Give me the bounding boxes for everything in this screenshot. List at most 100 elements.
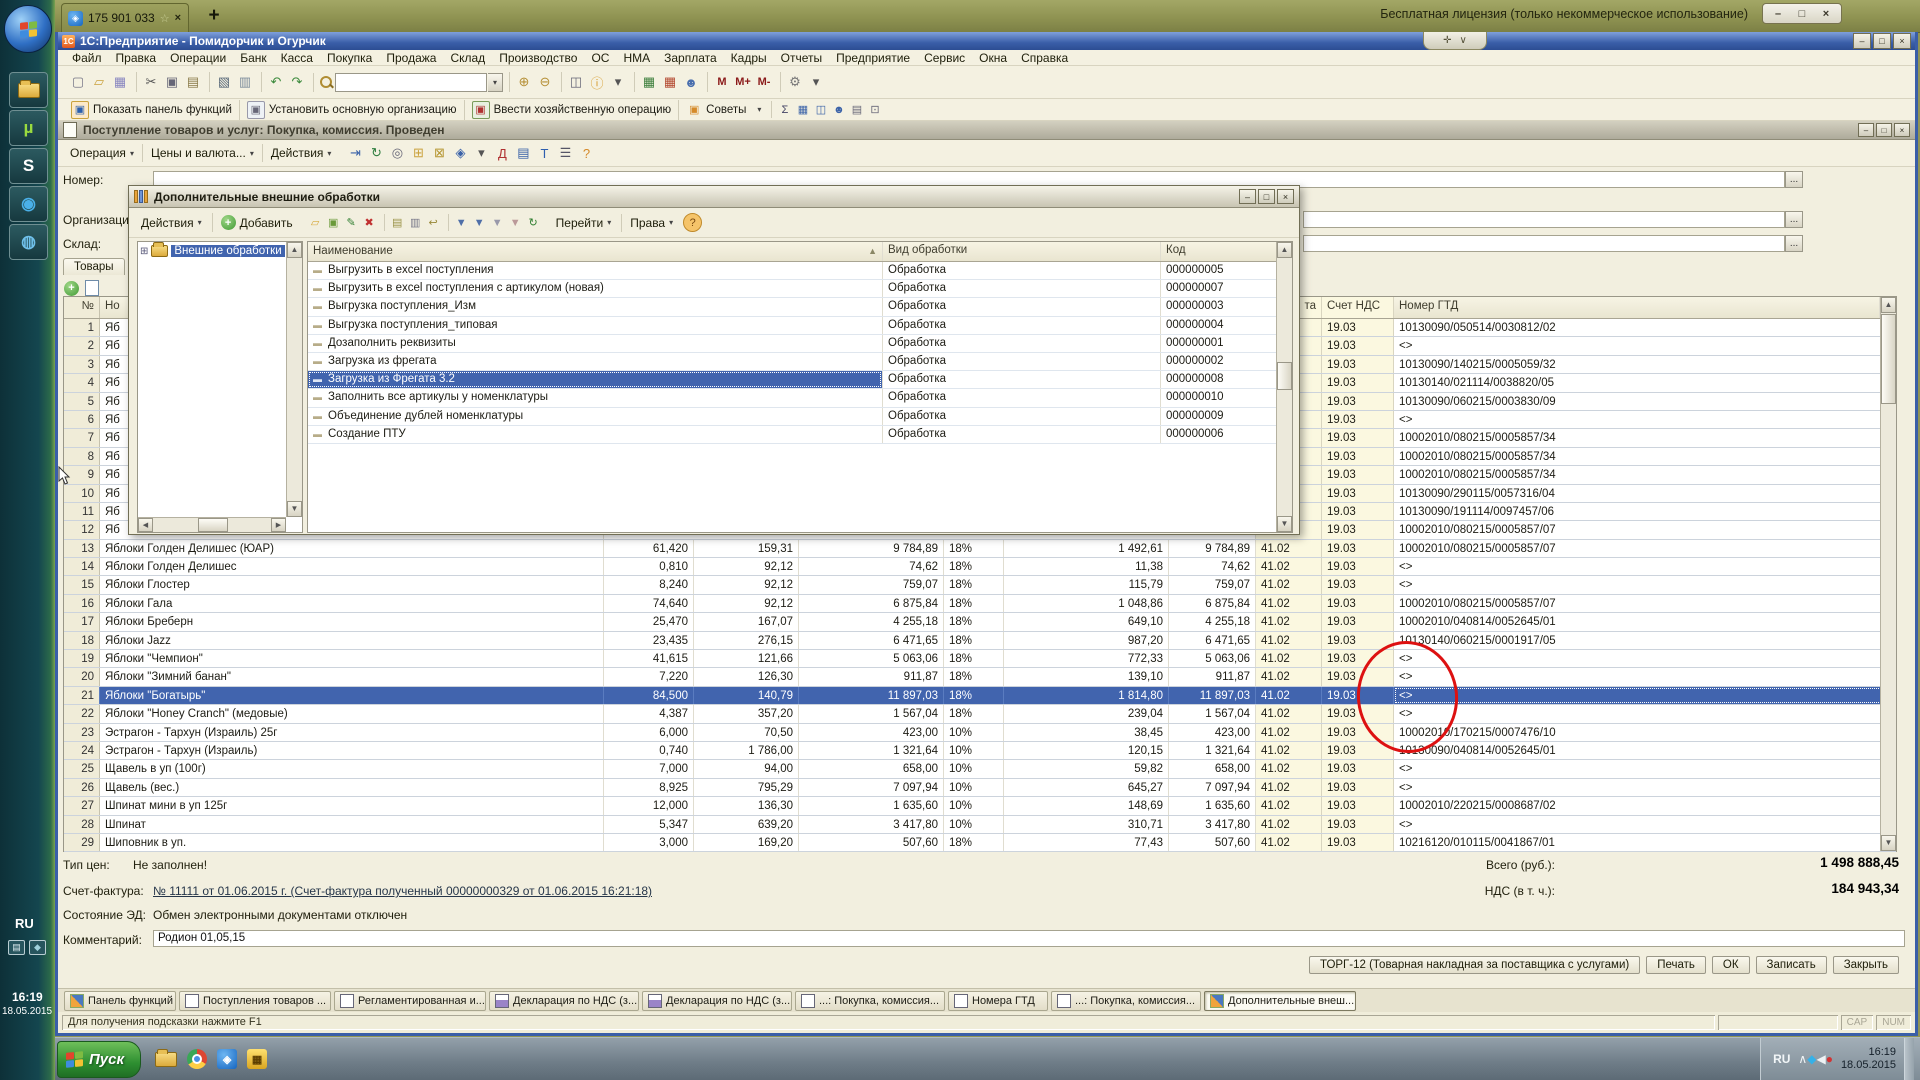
tree-root-item[interactable]: ⊞ Внешние обработки xyxy=(138,242,302,260)
dtkt-icon[interactable]: Д xyxy=(492,143,512,163)
rows-icon[interactable] xyxy=(85,280,99,296)
window-button[interactable]: ...: Покупка, комиссия... xyxy=(1051,991,1201,1011)
copy-item-icon[interactable]: ▣ xyxy=(325,214,342,231)
window-button[interactable]: Декларация по НДС (з... xyxy=(642,991,792,1011)
hierarchy-icon[interactable]: ▤ xyxy=(389,214,406,231)
explorer-shortcut[interactable] xyxy=(9,72,48,108)
1c-app-icon[interactable]: ▦ xyxy=(247,1049,267,1069)
table-icon[interactable]: ▦ xyxy=(794,101,811,118)
17[interactable]: 17 Яблоки Бреберн 25,470 167,07 4 255,18… xyxy=(64,613,1896,631)
scroll-down-icon[interactable]: ▼ xyxy=(1881,835,1896,851)
doc-toolbar-button[interactable]: Операция▾ xyxy=(62,144,142,162)
scrollbar-thumb[interactable] xyxy=(1881,314,1896,404)
22[interactable]: 22 Яблоки "Honey Cranch" (медовые) 4,387… xyxy=(64,705,1896,723)
window-button[interactable]: Панель функций xyxy=(64,991,176,1011)
21[interactable]: 21 Яблоки "Богатырь" 84,500 140,79 11 89… xyxy=(64,687,1896,705)
antivirus-tray-icon[interactable]: ● xyxy=(1826,1052,1833,1066)
26[interactable]: 26 Щавель (вес.) 8,925 795,29 7 097,94 1… xyxy=(64,779,1896,797)
columns-icon[interactable]: ◫ xyxy=(812,101,829,118)
menu-item[interactable]: Файл xyxy=(66,51,108,65)
dialog-title-bar[interactable]: Дополнительные внешние обработки –□× xyxy=(129,186,1299,208)
warehouse-input[interactable] xyxy=(1303,235,1785,252)
new-icon[interactable]: ▢ xyxy=(68,72,88,92)
register-icon[interactable]: ▤ xyxy=(513,143,533,163)
actions-button[interactable]: Действия▾ xyxy=(133,214,210,232)
utorrent-icon[interactable]: µ xyxy=(9,110,48,146)
warehouse-select-button[interactable]: ... xyxy=(1785,235,1803,252)
mem-minus[interactable]: М- xyxy=(754,72,774,92)
menu-item[interactable]: Отчеты xyxy=(775,51,828,65)
doc-toolbar-button[interactable]: Действия▾ xyxy=(262,144,340,162)
show-desktop-button[interactable] xyxy=(1904,1038,1914,1080)
window-button[interactable]: Поступления товаров ... xyxy=(179,991,331,1011)
15[interactable]: 15 Яблоки Глостер 8,240 92,12 759,07 18%… xyxy=(64,576,1896,594)
browser-icon[interactable]: ◍ xyxy=(9,224,48,260)
27[interactable]: 27 Шпинат мини в уп 125г 12,000 136,30 1… xyxy=(64,797,1896,815)
caret-icon[interactable]: ▾ xyxy=(806,72,826,92)
table-scrollbar[interactable]: ▲ ▼ xyxy=(1880,297,1896,851)
processor-row[interactable]: ▬Выгрузка поступления_Изм Обработка 0000… xyxy=(308,298,1292,316)
edit-icon[interactable]: ✎ xyxy=(343,214,360,231)
add-button[interactable]: +Добавить xyxy=(212,213,301,232)
processor-row[interactable]: ▬Создание ПТУ Обработка 000000006 xyxy=(308,426,1292,444)
footer-button[interactable]: Закрыть xyxy=(1833,956,1899,974)
service-button[interactable]: ▣ Ввести хозяйственную операцию xyxy=(464,100,679,120)
window-button[interactable]: Дополнительные внеш... xyxy=(1204,991,1356,1011)
sum-table-icon[interactable]: Σ xyxy=(776,101,793,118)
filter-set-icon[interactable]: ▼ xyxy=(453,214,470,231)
windows-icon[interactable]: ◫ xyxy=(566,72,586,92)
fullscreen-icon[interactable]: ✛ xyxy=(1443,35,1451,46)
footer-button[interactable]: ОК xyxy=(1712,956,1750,974)
rights-button[interactable]: Права▾ xyxy=(621,214,681,232)
structure-icon[interactable]: Т xyxy=(534,143,554,163)
list-vscrollbar[interactable]: ▲ ▼ xyxy=(1276,242,1292,532)
14[interactable]: 14 Яблоки Голден Делишес 0,810 92,12 74,… xyxy=(64,558,1896,576)
menu-item[interactable]: НМА xyxy=(617,51,656,65)
language-indicator[interactable]: RU xyxy=(1773,1052,1790,1066)
processor-row[interactable]: ▬Выгрузить в excel поступления Обработка… xyxy=(308,262,1292,280)
select-icon[interactable]: ▥ xyxy=(407,214,424,231)
filter-by-value-icon[interactable]: ▼ xyxy=(489,214,506,231)
processor-row[interactable]: ▬Выгрузка поступления_типовая Обработка … xyxy=(308,317,1292,335)
processor-row[interactable]: ▬Дозаполнить реквизиты Обработка 0000000… xyxy=(308,335,1292,353)
goods-tab[interactable]: Товары xyxy=(63,258,125,275)
delete-icon[interactable]: ✖ xyxy=(361,214,378,231)
chevron-down-icon[interactable]: ∨ xyxy=(1460,35,1467,46)
title-bar[interactable]: 1С 1С:Предприятие - Помидорчик и Огурчик… xyxy=(58,32,1915,50)
20[interactable]: 20 Яблоки "Зимний банан" 7,220 126,30 91… xyxy=(64,668,1896,686)
list-icon[interactable]: ▤ xyxy=(848,101,865,118)
save-icon[interactable]: ▦ xyxy=(110,72,130,92)
19[interactable]: 19 Яблоки "Чемпион" 41,615 121,66 5 063,… xyxy=(64,650,1896,668)
menu-item[interactable]: Кадры xyxy=(725,51,773,65)
mem-recall[interactable]: М xyxy=(712,72,732,92)
processor-row[interactable]: ▬Заполнить все артикулы у номенклатуры О… xyxy=(308,389,1292,407)
29[interactable]: 29 Шиповник в уп. 3,000 169,20 507,60 18… xyxy=(64,834,1896,852)
processor-row[interactable]: ▬Загрузка из Фрегата 3.2 Обработка 00000… xyxy=(308,371,1292,389)
service-button[interactable]: ▣ Установить основную организацию xyxy=(239,100,464,120)
window-button[interactable]: Номера ГТД xyxy=(948,991,1048,1011)
processor-row[interactable]: ▬Объединение дублей номенклатуры Обработ… xyxy=(308,408,1292,426)
invoice-link[interactable]: № 11111 от 01.06.2015 г. (Счет-фактура п… xyxy=(153,884,652,898)
redo-icon[interactable]: ↷ xyxy=(287,72,307,92)
document-caption[interactable]: Поступление товаров и услуг: Покупка, ко… xyxy=(58,121,1915,140)
tools-icon[interactable]: ⚙ xyxy=(785,72,805,92)
keyboard-icon[interactable]: ▤ xyxy=(8,940,25,955)
menu-item[interactable]: ОС xyxy=(585,51,615,65)
calendar-icon[interactable]: ▦ xyxy=(660,72,680,92)
organization-input[interactable] xyxy=(1303,211,1785,228)
menu-item[interactable]: Сервис xyxy=(918,51,971,65)
13[interactable]: 13 Яблоки Голден Делишес (ЮАР) 61,420 15… xyxy=(64,540,1896,558)
25[interactable]: 25 Щавель в уп (100г) 7,000 94,00 658,00… xyxy=(64,760,1896,778)
menu-item[interactable]: Склад xyxy=(444,51,491,65)
doc-toolbar-button[interactable]: Цены и валюта...▾ xyxy=(142,144,262,162)
search-dropdown-icon[interactable]: ▾ xyxy=(488,73,503,92)
menu-item[interactable]: Правка xyxy=(110,51,163,65)
post-icon[interactable]: ⇥ xyxy=(345,143,365,163)
list-header[interactable]: Наименование▲ Вид обработки Код xyxy=(308,242,1292,262)
copy-doc-icon[interactable]: ⊠ xyxy=(429,143,449,163)
window-button[interactable]: Декларация по НДС (з... xyxy=(489,991,639,1011)
info-icon[interactable]: ⓘ xyxy=(587,72,607,92)
service-button[interactable]: ▣ Показать панель функций xyxy=(64,100,239,120)
mem-plus[interactable]: М+ xyxy=(733,72,753,92)
menu-item[interactable]: Касса xyxy=(275,51,319,65)
